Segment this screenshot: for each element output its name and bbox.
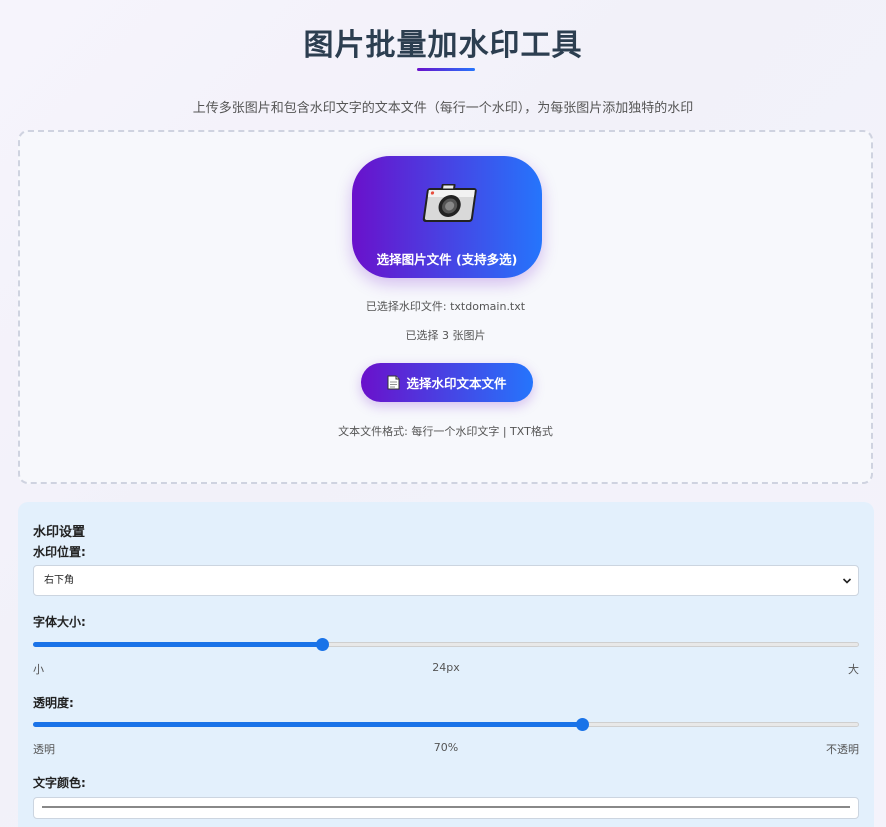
font-size-value: 24px [432,661,460,674]
select-text-file-button[interactable]: 选择水印文本文件 [361,363,533,402]
select-images-button[interactable]: 选择图片文件 (支持多选) [352,156,542,278]
opacity-max-label: 不透明 [826,743,859,756]
opacity-slider[interactable] [33,717,859,731]
slider-fill [33,642,323,647]
settings-title: 水印设置 [33,525,86,540]
opacity-label: 透明度: [33,696,74,710]
selected-watermark-file: 已选择水印文件: txtdomain.txt [365,300,526,313]
color-swatch [42,806,850,808]
select-text-file-label: 选择水印文本文件 [406,376,507,391]
document-icon [387,375,400,390]
font-size-slider[interactable] [33,637,859,651]
text-format-hint: 文本文件格式: 每行一个水印文字 | TXT格式 [338,425,553,438]
slider-fill [33,722,583,727]
watermark-settings-panel: 水印设置 水印位置: 右下角 字体大小: 小 24px 大 透明度: 透明 70… [18,502,874,827]
chevron-down-icon [842,578,852,584]
camera-icon [422,184,477,222]
text-color-label: 文字颜色: [33,776,86,790]
opacity-value: 70% [433,741,459,754]
font-size-label: 字体大小: [33,615,86,629]
slider-thumb[interactable] [316,638,330,651]
slider-thumb[interactable] [576,718,590,731]
upload-area[interactable]: 选择图片文件 (支持多选) 已选择水印文件: txtdomain.txt 已选择… [18,130,873,484]
position-select[interactable]: 右下角 [33,565,859,596]
selected-images-count: 已选择 3 张图片 [405,329,486,342]
page-subtitle: 上传多张图片和包含水印文字的文本文件（每行一个水印），为每张图片添加独特的水印 [192,101,694,116]
page-title: 图片批量加水印工具 [303,28,583,63]
text-color-input[interactable] [33,797,859,819]
select-images-label: 选择图片文件 (支持多选) [376,252,518,267]
position-selected-value: 右下角 [44,575,74,586]
font-size-max-label: 大 [848,663,859,676]
position-label: 水印位置: [33,545,86,559]
title-underline [417,68,475,71]
